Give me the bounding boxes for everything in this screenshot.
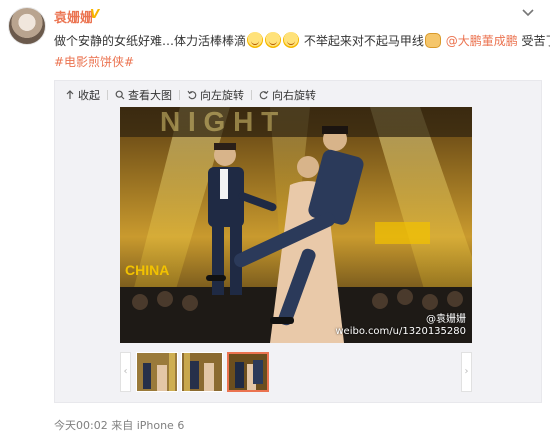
emoji-icon	[283, 32, 300, 48]
main-photo[interactable]: N I G H T CHINA @袁姗姗 weibo.com/u/1320135…	[120, 107, 472, 343]
emoji-icon	[247, 32, 264, 48]
thumbnail-strip: ‹ ›	[120, 352, 472, 396]
media-toolbar: 收起 查看大图 向左旋转 向右旋转	[65, 87, 316, 103]
thumb-next-button[interactable]: ›	[461, 352, 472, 392]
rotate-right-label: 向右旋转	[272, 89, 316, 102]
fist-icon	[424, 33, 441, 48]
thumbnail-1[interactable]	[136, 352, 178, 392]
search-icon	[115, 90, 125, 100]
thumbnail-3[interactable]	[227, 352, 269, 392]
emoji-icon	[265, 32, 282, 48]
rotate-left-label: 向左旋转	[200, 89, 244, 102]
toolbar-divider	[179, 90, 180, 100]
username-link[interactable]: 袁姗姗	[54, 7, 93, 26]
collapse-button[interactable]: 收起	[65, 87, 100, 103]
view-large-label: 查看大图	[128, 89, 172, 102]
watermark-user: @袁姗姗	[426, 314, 466, 325]
stage-photo-illustration: N I G H T CHINA	[120, 107, 472, 343]
rotate-right-button[interactable]: 向右旋转	[259, 87, 316, 103]
watermark-url: weibo.com/u/1320135280	[335, 326, 466, 337]
toolbar-divider	[107, 90, 108, 100]
post-meta: 今天00:02 来自 iPhone 6	[54, 419, 185, 432]
post-text-part3: 受苦了	[521, 34, 550, 48]
post-text: 做个安静的女纸好难…体力活棒棒滴 不举起来对不起马甲线 @大鹏董成鹏 受苦了	[54, 32, 550, 50]
view-large-button[interactable]: 查看大图	[115, 87, 172, 103]
hashtag-link[interactable]: #电影煎饼侠#	[54, 53, 134, 70]
post-text-part1: 做个安静的女纸好难…体力活棒棒滴	[54, 34, 247, 48]
rotate-right-icon	[259, 90, 269, 100]
photo-watermark: @袁姗姗 weibo.com/u/1320135280	[335, 314, 466, 338]
post-text-part2: 不举起来对不起马甲线	[303, 34, 424, 48]
media-viewer: 收起 查看大图 向左旋转 向右旋转 N I G H T CHINA @袁姗姗 w…	[54, 80, 542, 403]
mention-link[interactable]: @大鹏董成鹏	[446, 34, 518, 48]
avatar[interactable]	[8, 7, 46, 45]
rotate-left-button[interactable]: 向左旋转	[187, 87, 244, 103]
collapse-label: 收起	[78, 89, 100, 102]
rotate-left-icon	[187, 90, 197, 100]
toolbar-divider	[251, 90, 252, 100]
collapse-icon	[66, 90, 74, 99]
chevron-down-icon[interactable]	[520, 4, 536, 20]
stage-text: CHINA	[125, 262, 169, 278]
verified-icon: V	[90, 7, 100, 21]
svg-text:N I G H T: N I G H T	[160, 107, 278, 137]
thumb-prev-button[interactable]: ‹	[120, 352, 131, 392]
thumbnail-2[interactable]	[181, 352, 223, 392]
